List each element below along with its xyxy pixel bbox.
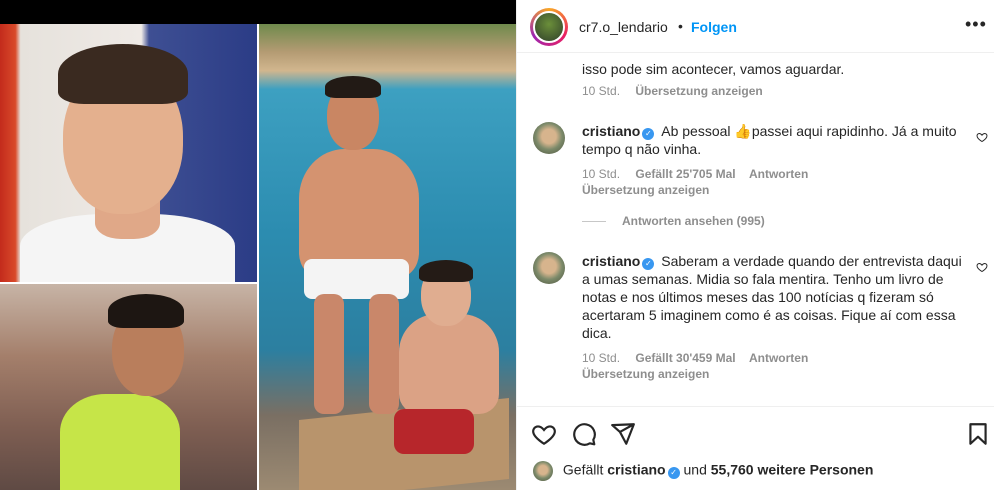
comment-author[interactable]: cristiano [582, 123, 640, 139]
comment-likes[interactable]: Gefällt 30'459 Mal [635, 351, 735, 365]
comment-avatar[interactable] [533, 122, 565, 154]
translate-link[interactable]: Übersetzung anzeigen [635, 84, 762, 98]
view-replies-button[interactable]: Antworten ansehen (995) [582, 214, 765, 228]
post-actions: Gefällt cristiano ✓ und 55,760 weitere Pe… [517, 406, 994, 490]
comment-partial: isso pode sim acontecer, vamos aguardar.… [582, 54, 844, 98]
photo-collage [0, 24, 516, 490]
view-replies-label: Antworten ansehen (995) [622, 214, 765, 228]
post-media[interactable] [0, 0, 516, 490]
comment-like-icon[interactable] [976, 131, 988, 143]
comment-text-line: Saberam a verdade quando der entrevista … [661, 253, 962, 269]
comments-list[interactable]: isso pode sim acontecer, vamos aguardar.… [517, 54, 994, 406]
comment-text-line: notas e nos últimos meses das 100 notíci… [582, 289, 934, 305]
more-options-icon[interactable]: ••• [965, 14, 986, 34]
comment-text-line: acertaram 5 imaginem como é as coisas. F… [582, 307, 956, 323]
comment-text-line: tempo q não vinha. [582, 141, 702, 157]
bookmark-icon[interactable] [965, 421, 991, 447]
reply-link[interactable]: Antworten [749, 351, 808, 365]
comment-time: 10 Std. [582, 351, 621, 365]
verified-icon: ✓ [642, 258, 655, 270]
author-avatar[interactable] [530, 8, 568, 46]
comment-time: 10 Std. [582, 84, 621, 98]
likes-summary[interactable]: Gefällt cristiano ✓ und 55,760 weitere Pe… [533, 461, 873, 481]
comment-item: cristiano ✓ Ab pessoal 👍passei aqui rapid… [582, 122, 962, 197]
liker-avatar [533, 461, 553, 481]
share-icon[interactable] [610, 421, 636, 447]
likes-prefix: Gefällt [562, 461, 604, 478]
translate-link[interactable]: Übersetzung anzeigen [582, 367, 709, 381]
verified-icon: ✓ [642, 128, 655, 140]
replies-divider [582, 221, 606, 223]
comment-time: 10 Std. [582, 167, 621, 181]
comment-like-icon[interactable] [976, 261, 988, 273]
likes-others[interactable]: 55,760 weitere Personen [711, 462, 874, 478]
verified-icon: ✓ [667, 466, 680, 479]
reply-link[interactable]: Antworten [749, 167, 808, 181]
heart-icon[interactable] [531, 421, 557, 447]
comment-text-line: Ab pessoal 👍passei aqui rapidinho. Já a … [661, 123, 957, 139]
liker-username[interactable]: cristiano [607, 462, 665, 478]
comment-text-line: dica. [582, 325, 612, 341]
translate-link[interactable]: Übersetzung anzeigen [582, 183, 709, 197]
author-username[interactable]: cr7.o_lendario [579, 19, 668, 35]
photo-right [259, 24, 516, 490]
comment-text: isso pode sim acontecer, vamos aguardar. [582, 61, 845, 77]
photo-top-left [0, 24, 257, 282]
comment-author[interactable]: cristiano [582, 253, 640, 269]
comment-icon[interactable] [571, 421, 597, 447]
post-header: cr7.o_lendario • Folgen ••• [517, 0, 994, 53]
comment-item: cristiano ✓ Saberam a verdade quando der … [582, 252, 972, 381]
photo-bottom-left [0, 284, 257, 490]
comment-avatar[interactable] [533, 252, 565, 284]
likes-middle: und [683, 461, 707, 478]
comment-text-line: a umas semanas. Midia so fala mentira. T… [582, 271, 944, 287]
follow-button[interactable]: Folgen [691, 19, 737, 35]
post-sidebar: cr7.o_lendario • Folgen ••• isso pode si… [516, 0, 994, 490]
comment-likes[interactable]: Gefällt 25'705 Mal [635, 167, 735, 181]
header-separator: • [678, 18, 683, 34]
